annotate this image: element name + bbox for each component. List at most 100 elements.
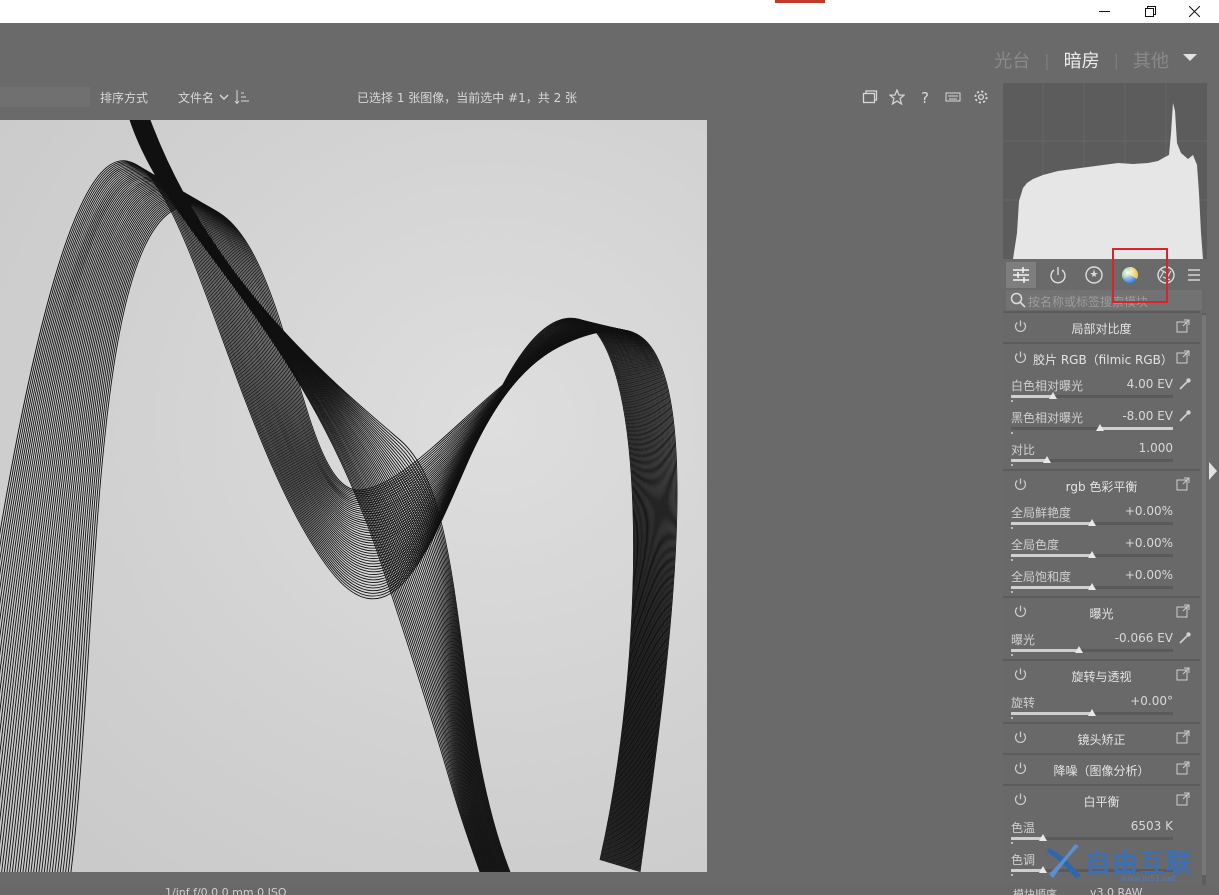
slider-value[interactable]: 1.000 — [1139, 441, 1173, 455]
scrollbar-thumb[interactable] — [1202, 315, 1206, 875]
slider-track[interactable] — [1011, 649, 1173, 652]
power-icon[interactable] — [1013, 667, 1028, 682]
power-icon[interactable] — [1013, 730, 1028, 745]
circle-star-icon — [1085, 266, 1103, 284]
module-header[interactable]: 局部对比度 — [1003, 313, 1200, 342]
slider-value[interactable]: +0.00° — [1130, 694, 1173, 708]
power-icon[interactable] — [1013, 477, 1028, 492]
presets-icon[interactable] — [1176, 667, 1190, 681]
slider-marker — [1011, 654, 1013, 656]
keyboard-icon[interactable] — [944, 88, 962, 106]
tab-presets-menu[interactable] — [1183, 262, 1205, 288]
slider-handle[interactable] — [1088, 583, 1096, 590]
slider-marker — [1011, 717, 1013, 719]
slider-handle[interactable] — [1088, 709, 1096, 716]
color-picker-icon[interactable] — [1178, 377, 1192, 391]
slider-marker — [1011, 591, 1013, 593]
power-icon[interactable] — [1013, 761, 1028, 776]
wave-line — [27, 189, 661, 872]
presets-icon[interactable] — [1176, 477, 1190, 491]
power-icon[interactable] — [1013, 792, 1028, 807]
presets-icon[interactable] — [1176, 730, 1190, 744]
slider[interactable]: 全局饱和度 +0.00% — [1003, 564, 1200, 596]
slider-handle[interactable] — [1088, 551, 1096, 558]
presets-icon[interactable] — [1176, 319, 1190, 333]
slider-label: 黑色相对曝光 — [1011, 411, 1084, 425]
tab-base-modules[interactable] — [1043, 262, 1073, 288]
module-header[interactable]: 降噪（图像分析） — [1003, 755, 1200, 784]
wave-line — [46, 196, 668, 872]
sort-order-icon[interactable] — [233, 88, 251, 106]
line-art-image — [0, 120, 678, 872]
slider-track[interactable] — [1011, 427, 1173, 430]
presets-icon[interactable] — [1176, 761, 1190, 775]
power-icon[interactable] — [1013, 350, 1028, 365]
slider-value[interactable]: 6503 K — [1131, 819, 1173, 833]
slider-value[interactable]: -0.066 EV — [1115, 631, 1173, 645]
slider[interactable]: 全局色度 +0.00% — [1003, 532, 1200, 564]
presets-icon[interactable] — [1176, 604, 1190, 618]
module-search-input[interactable]: 按名称或标签搜索模块 — [1006, 290, 1202, 310]
view-lighttable[interactable]: 光台 — [994, 47, 1030, 73]
power-icon[interactable] — [1013, 319, 1028, 334]
sort-select[interactable]: 文件名 — [178, 89, 214, 106]
module-header[interactable]: 胶片 RGB（filmic RGB） — [1003, 344, 1200, 373]
slider-value[interactable]: -8.00 EV — [1122, 409, 1173, 423]
color-picker-icon[interactable] — [1178, 409, 1192, 423]
slider-value[interactable]: +0.00% — [1125, 536, 1173, 550]
module-header[interactable]: 曝光 — [1003, 598, 1200, 627]
tab-active-modules[interactable] — [1006, 262, 1036, 288]
minimize-button[interactable] — [1081, 0, 1127, 23]
slider-handle[interactable] — [1042, 456, 1051, 463]
slider-marker — [1011, 842, 1013, 844]
slider[interactable]: 黑色相对曝光 -8.00 EV — [1003, 405, 1200, 437]
wave-line — [38, 193, 665, 872]
slider[interactable]: 全局鲜艳度 +0.00% — [1003, 500, 1200, 532]
wave-line — [0, 170, 643, 863]
slider-handle[interactable] — [1049, 392, 1058, 399]
slider[interactable]: 白色相对曝光 4.00 EV — [1003, 373, 1200, 405]
slider[interactable]: 对比 1.000 — [1003, 437, 1200, 469]
module-header[interactable]: 旋转与透视 — [1003, 661, 1200, 690]
chevron-down-icon[interactable] — [218, 88, 230, 106]
module-header[interactable]: 白平衡 — [1003, 786, 1200, 815]
color-picker-icon[interactable] — [1178, 631, 1192, 645]
presets-icon[interactable] — [1176, 792, 1190, 806]
slider-handle[interactable] — [1075, 646, 1084, 653]
tab-tone-modules[interactable] — [1079, 262, 1109, 288]
module-scrollbar[interactable] — [1202, 313, 1206, 888]
slider-track[interactable] — [1011, 459, 1173, 462]
slider-track[interactable] — [1011, 395, 1173, 398]
restore-button[interactable] — [1127, 0, 1173, 23]
close-button[interactable] — [1171, 0, 1217, 23]
close-icon — [1188, 6, 1200, 17]
module-header[interactable]: rgb 色彩平衡 — [1003, 471, 1200, 500]
right-panel: 按名称或标签搜索模块 局部对比度 胶片 RGB（filmic RGB） 白色相对曝光… — [1003, 83, 1207, 895]
image-canvas[interactable] — [0, 109, 1002, 885]
star-icon[interactable] — [888, 88, 906, 106]
gear-icon[interactable] — [972, 88, 990, 106]
module: rgb 色彩平衡 全局鲜艳度 +0.00% 全局色度 +0.00% 全局饱和度 +0.00% — [1003, 469, 1200, 596]
presets-icon[interactable] — [1176, 350, 1190, 364]
help-icon[interactable]: ? — [916, 88, 934, 106]
filter-field[interactable] — [0, 87, 90, 107]
restore-icon — [1144, 6, 1156, 17]
module-order-value[interactable]: v3.0 RAW — [1090, 886, 1143, 895]
views-dropdown-icon[interactable] — [1183, 54, 1197, 61]
module-header[interactable]: 镜头矫正 — [1003, 724, 1200, 753]
slider-value[interactable]: 4.00 EV — [1127, 377, 1173, 391]
slider-handle[interactable] — [1096, 424, 1105, 431]
slider[interactable]: 旋转 +0.00° — [1003, 690, 1200, 722]
image-preview — [0, 120, 707, 872]
slider-handle[interactable] — [1088, 519, 1096, 526]
view-darkroom[interactable]: 暗房 — [1064, 47, 1100, 73]
power-icon[interactable] — [1013, 604, 1028, 619]
slider-value[interactable]: +0.00% — [1125, 568, 1173, 582]
slider-value[interactable]: +0.00% — [1125, 504, 1173, 518]
histogram[interactable] — [1003, 83, 1207, 259]
view-other[interactable]: 其他 — [1133, 47, 1169, 73]
right-panel-toggle-arrow[interactable] — [1209, 462, 1217, 480]
window-icon[interactable] — [861, 88, 879, 106]
sort-label: 排序方式 — [100, 91, 149, 105]
slider[interactable]: 曝光 -0.066 EV — [1003, 627, 1200, 659]
